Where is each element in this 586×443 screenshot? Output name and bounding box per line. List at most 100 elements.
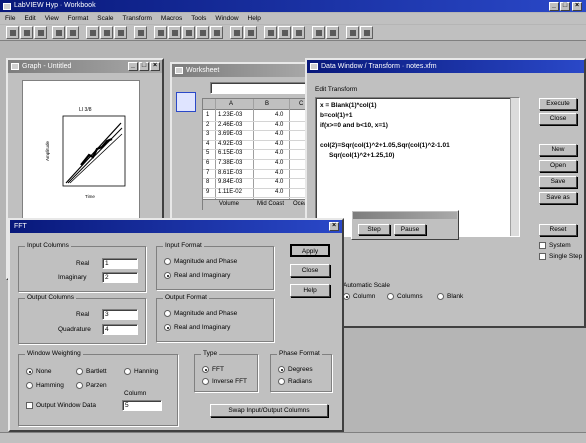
context-help-icon[interactable] — [360, 26, 373, 39]
apply-button[interactable]: Apply — [290, 244, 330, 257]
help-button[interactable]: Help — [290, 284, 330, 297]
reset-button[interactable]: Reset — [539, 224, 577, 236]
cell-col-b[interactable]: 4.0 — [275, 131, 283, 138]
copy-icon[interactable] — [100, 26, 113, 39]
imaginary-input[interactable]: 2 — [102, 272, 138, 283]
open-button[interactable]: Open — [539, 160, 577, 172]
cell-col-a[interactable]: 3.69E-03 — [218, 131, 242, 138]
line-icon[interactable] — [182, 26, 195, 39]
menu-file[interactable]: File — [5, 13, 15, 24]
editor-scrollbar[interactable] — [510, 98, 519, 236]
print-icon[interactable] — [52, 26, 65, 39]
cell-col-b[interactable]: 4.0 — [275, 189, 283, 196]
option-column-radio[interactable] — [343, 293, 350, 300]
cell-col-b[interactable]: 4.0 — [275, 122, 283, 129]
zoom-icon[interactable] — [230, 26, 243, 39]
close-editor-button[interactable]: Close — [539, 113, 577, 125]
fft-icon[interactable] — [326, 26, 339, 39]
fit-icon[interactable] — [292, 26, 305, 39]
graph-minimize-icon[interactable]: _ — [128, 62, 138, 71]
transform-icon[interactable] — [278, 26, 291, 39]
menu-edit[interactable]: Edit — [24, 13, 35, 24]
single-step-checkbox[interactable] — [539, 253, 546, 260]
row-number[interactable]: 1 — [206, 112, 209, 119]
cell-col-b[interactable]: 4.0 — [275, 141, 283, 148]
window-bartlett-radio[interactable] — [76, 368, 83, 375]
row-number[interactable]: 5 — [206, 150, 209, 157]
menu-view[interactable]: View — [45, 13, 59, 24]
cell-col-b[interactable]: 4.0 — [275, 179, 283, 186]
menu-transform[interactable]: Transform — [123, 13, 152, 24]
phase-radians-radio[interactable] — [278, 378, 285, 385]
input-magnitude-phase-radio[interactable] — [164, 258, 171, 265]
cell-col-b[interactable]: 4.0 — [275, 170, 283, 177]
menu-help[interactable]: Help — [248, 13, 261, 24]
type-fft-radio[interactable] — [202, 366, 209, 373]
output-quadrature-input[interactable]: 4 — [102, 324, 138, 335]
swap-columns-button[interactable]: Swap Input/Output Columns — [210, 404, 328, 417]
paste-icon[interactable] — [114, 26, 127, 39]
option-columns-radio[interactable] — [387, 293, 394, 300]
output-window-data-checkbox[interactable] — [26, 402, 33, 409]
graph-icon[interactable] — [154, 26, 167, 39]
execute-button[interactable]: Execute — [539, 98, 577, 110]
row-number[interactable]: 4 — [206, 141, 209, 148]
input-real-imaginary-radio[interactable] — [164, 272, 171, 279]
output-magnitude-phase-radio[interactable] — [164, 310, 171, 317]
stats-icon[interactable] — [312, 26, 325, 39]
window-parzen-radio[interactable] — [76, 382, 83, 389]
output-real-imaginary-radio[interactable] — [164, 324, 171, 331]
select-icon[interactable] — [264, 26, 277, 39]
step-button[interactable]: Step — [358, 224, 390, 235]
cell-col-a[interactable]: 6.15E-03 — [218, 150, 242, 157]
output-real-input[interactable]: 3 — [102, 309, 138, 320]
option-blank-radio[interactable] — [437, 293, 444, 300]
real-input[interactable]: 1 — [102, 258, 138, 269]
graph-maximize-icon[interactable]: □ — [139, 62, 149, 71]
close-button[interactable]: Close — [290, 264, 330, 277]
area-icon[interactable] — [210, 26, 223, 39]
column-header-c[interactable]: C — [299, 101, 303, 108]
phase-degrees-radio[interactable] — [278, 366, 285, 373]
worksheet-cell-editor[interactable] — [210, 82, 313, 94]
row-number[interactable]: 7 — [206, 170, 209, 177]
row-number[interactable]: 6 — [206, 160, 209, 167]
bar-icon[interactable] — [196, 26, 209, 39]
menu-tools[interactable]: Tools — [191, 13, 206, 24]
cell-col-b[interactable]: 4.0 — [275, 160, 283, 167]
cell-col-a[interactable]: 1.11E-02 — [218, 189, 242, 196]
minimize-icon[interactable]: _ — [549, 2, 559, 11]
save-button[interactable]: Save — [539, 176, 577, 188]
help-icon[interactable] — [346, 26, 359, 39]
type-inverse-fft-radio[interactable] — [202, 378, 209, 385]
close-icon[interactable]: × — [572, 2, 582, 11]
column-header-a[interactable]: A — [229, 101, 233, 108]
cell-col-b[interactable]: 4.0 — [275, 150, 283, 157]
window-hanning-radio[interactable] — [124, 368, 131, 375]
menu-scale[interactable]: Scale — [97, 13, 113, 24]
undo-icon[interactable] — [134, 26, 147, 39]
cell-col-a[interactable]: 4.92E-03 — [218, 141, 242, 148]
save-as-button[interactable]: Save as — [539, 192, 577, 204]
system-checkbox[interactable] — [539, 242, 546, 249]
row-number[interactable]: 8 — [206, 179, 209, 186]
graph-page[interactable]: LI 3/8 Amplitude Time — [22, 80, 140, 225]
new-button[interactable]: New — [539, 144, 577, 156]
worksheet-tool-panel[interactable] — [176, 92, 196, 112]
print-preview-icon[interactable] — [66, 26, 79, 39]
scatter-icon[interactable] — [168, 26, 181, 39]
column-header-b[interactable]: B — [265, 101, 269, 108]
menu-format[interactable]: Format — [68, 13, 89, 24]
pause-button[interactable]: Pause — [394, 224, 426, 235]
new-icon[interactable] — [6, 26, 19, 39]
pan-icon[interactable] — [244, 26, 257, 39]
row-number[interactable]: 9 — [206, 189, 209, 196]
row-number[interactable]: 3 — [206, 131, 209, 138]
cell-col-a[interactable]: 2.46E-03 — [218, 122, 242, 129]
window-hamming-radio[interactable] — [26, 382, 33, 389]
open-icon[interactable] — [20, 26, 33, 39]
cut-icon[interactable] — [86, 26, 99, 39]
fft-close-icon[interactable]: × — [329, 222, 339, 231]
cell-col-a[interactable]: 1.23E-03 — [218, 112, 242, 119]
menu-macros[interactable]: Macros — [161, 13, 182, 24]
